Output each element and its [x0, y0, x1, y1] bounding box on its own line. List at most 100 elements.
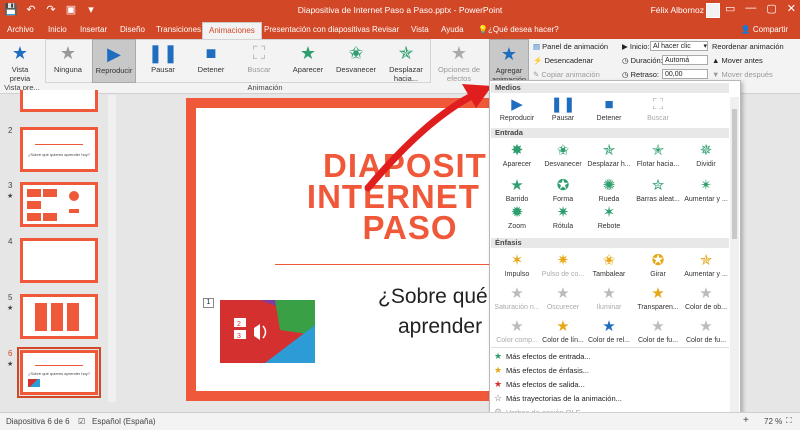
move-later-button[interactable]: ▼ Mover después: [712, 70, 773, 79]
zoom-level[interactable]: 72 %: [764, 417, 782, 426]
ribbon-display-icon[interactable]: ▭: [725, 2, 735, 15]
avatar[interactable]: [706, 3, 720, 18]
slide-title-line-2: INTERNET P: [306, 178, 514, 215]
trigger-icon: ⚡: [533, 56, 545, 65]
minimize-icon[interactable]: —: [745, 2, 756, 15]
dd-media-stop[interactable]: ■ Detener: [586, 95, 632, 122]
anim-appear[interactable]: ★ Aparecer: [286, 39, 330, 83]
tab-vista[interactable]: Vista: [411, 25, 429, 34]
fit-slide-icon[interactable]: ⛶: [786, 416, 792, 426]
tab-transiciones[interactable]: Transiciones: [156, 25, 201, 34]
dd-emphasis-teeter[interactable]: ✬ Tambalear: [586, 251, 632, 278]
dd-emphasis-line-color[interactable]: ★ Color de lín...: [540, 317, 586, 344]
delay-spinner[interactable]: 00,00: [662, 69, 708, 79]
tab-presentacion[interactable]: Presentación con diapositivas: [264, 25, 370, 34]
tell-me-search[interactable]: 💡¿Qué desea hacer?: [478, 25, 559, 34]
slide-thumbnail-5[interactable]: [20, 294, 98, 339]
tab-archivo[interactable]: Archivo: [7, 25, 34, 34]
language-status[interactable]: Español (España): [92, 417, 156, 426]
dd-emphasis-font-color-2[interactable]: ★ Color de fu...: [683, 317, 729, 344]
zoom-in-icon[interactable]: +: [743, 415, 749, 426]
anim-pause[interactable]: ❚❚ Pausar: [142, 39, 184, 83]
dd-emphasis-grow-shrink[interactable]: ✯ Aumentar y ...: [683, 251, 729, 278]
slide-thumbnail-1[interactable]: [20, 90, 98, 112]
user-name[interactable]: Félix Albornoz: [651, 5, 704, 15]
tab-inicio[interactable]: Inicio: [48, 25, 67, 34]
dd-emphasis-object-color[interactable]: ★ Color de ob...: [683, 284, 729, 311]
start-select[interactable]: Al hacer clic ▾: [650, 41, 708, 51]
dd-entrance-grow-turn[interactable]: ✴ Aumentar y ...: [683, 176, 729, 203]
anim-fade[interactable]: ✬ Desvanecer: [333, 39, 379, 83]
slide-thumbnail-3[interactable]: [20, 182, 98, 227]
dd-emphasis-fill-color[interactable]: ★ Color de rel...: [586, 317, 632, 344]
more-motion-paths[interactable]: ☆ Más trayectorias de la animación...: [494, 393, 622, 404]
dd-emphasis-complementary[interactable]: ★ Color comp...: [494, 317, 540, 344]
slide-thumbnail-6[interactable]: ¿Sobre qué quieres aprender hoy?: [17, 347, 101, 398]
slide-subtitle-line-2[interactable]: aprender: [398, 315, 482, 339]
color-pulse-star-icon: ✷: [556, 252, 570, 269]
close-icon[interactable]: ✕: [787, 2, 796, 15]
animation-pane-button[interactable]: ▤ Panel de animación: [533, 42, 608, 51]
tab-ayuda[interactable]: Ayuda: [441, 25, 464, 34]
dd-entrance-float[interactable]: ✭ Flotar hacia...: [635, 141, 681, 168]
dd-entrance-swivel[interactable]: ✷ Rótula: [540, 203, 586, 230]
slide-image[interactable]: 2 3: [220, 300, 315, 363]
slide-thumbnail-4[interactable]: [20, 238, 98, 283]
dd-entrance-fly[interactable]: ✯ Desplazar h...: [586, 141, 632, 168]
dd-entrance-wipe[interactable]: ★ Barrido: [494, 176, 540, 203]
dd-emphasis-pulse[interactable]: ✶ Impulso: [494, 251, 540, 278]
maximize-icon[interactable]: ▢: [766, 2, 776, 15]
dd-entrance-random-bars[interactable]: ✮ Barras aleat...: [635, 176, 681, 203]
slide-subtitle-line-1[interactable]: ¿Sobre qué: [378, 285, 488, 309]
copy-animation-label: Copiar animación: [541, 70, 600, 79]
dd-entrance-fade[interactable]: ✬ Desvanecer: [540, 141, 586, 168]
tab-animaciones[interactable]: Animaciones: [202, 22, 262, 39]
fly-star-icon: ✯: [602, 142, 616, 159]
duration-spinner[interactable]: Automá: [662, 55, 708, 65]
dd-emphasis-color-pulse[interactable]: ✷ Pulso de co...: [540, 251, 586, 278]
spin-star-icon: ✪: [651, 252, 665, 269]
copy-animation-button[interactable]: ✎ Copiar animación: [533, 70, 600, 79]
dd-entrance-wheel[interactable]: ✺ Rueda: [586, 176, 632, 203]
thumbnails-scrollbar[interactable]: [108, 95, 116, 402]
move-earlier-button[interactable]: ▲ Mover antes: [712, 56, 763, 65]
dd-entrance-zoom[interactable]: ✹ Zoom: [494, 203, 540, 230]
dd-entrance-bounce[interactable]: ✶ Rebote: [586, 203, 632, 230]
dd-emphasis-transparency[interactable]: ★ Transparen...: [635, 284, 681, 311]
more-emphasis-effects[interactable]: ★ Más efectos de énfasis...: [494, 365, 589, 376]
yellow-star-icon: ★: [494, 365, 503, 375]
share-button[interactable]: 👤 Compartir: [741, 25, 788, 34]
dd-emphasis-desaturate[interactable]: ★ Saturación n...: [494, 284, 540, 311]
anim-fly-in[interactable]: ✯ Desplazar hacia...: [382, 39, 430, 83]
dd-entrance-split[interactable]: ✵ Dividir: [683, 141, 729, 168]
animation-order-tag[interactable]: 1: [203, 298, 214, 308]
dd-media-seek[interactable]: ⛶ Buscar: [635, 95, 681, 122]
scrollbar-thumb[interactable]: [732, 109, 737, 239]
anim-play[interactable]: ▶ Reproducir: [92, 39, 136, 83]
effect-options-button[interactable]: ★ Opciones de efectos: [436, 39, 482, 83]
more-entrance-effects[interactable]: ★ Más efectos de entrada...: [494, 351, 591, 362]
dropdown-scrollbar[interactable]: [730, 97, 739, 421]
anim-seek[interactable]: ⛶ Buscar: [238, 39, 280, 83]
tab-diseno[interactable]: Diseño: [120, 25, 145, 34]
dd-media-play[interactable]: ▶ Reproducir: [494, 95, 540, 122]
trigger-button[interactable]: ⚡ Desencadenar: [533, 56, 593, 65]
anim-none[interactable]: ★ Ninguna: [48, 39, 88, 83]
font-color-star-icon: ★: [651, 318, 665, 335]
dd-emphasis-darken[interactable]: ★ Oscurecer: [540, 284, 586, 311]
dd-emphasis-lighten[interactable]: ★ Iluminar: [586, 284, 632, 311]
dd-emphasis-spin[interactable]: ✪ Girar: [635, 251, 681, 278]
more-exit-effects[interactable]: ★ Más efectos de salida...: [494, 379, 585, 390]
window-controls: ▭ — ▢ ✕: [725, 2, 796, 15]
spellcheck-icon[interactable]: ☑: [78, 417, 85, 426]
dd-emphasis-font-color[interactable]: ★ Color de fu...: [635, 317, 681, 344]
dd-media-pause[interactable]: ❚❚ Pausar: [540, 95, 586, 122]
tab-insertar[interactable]: Insertar: [80, 25, 107, 34]
slide-title[interactable]: DIAPOSITI INTERNET P PASO: [300, 149, 520, 244]
preview-button[interactable]: ★ Vista previa: [2, 39, 38, 83]
slide-thumbnail-2[interactable]: ¿Sobre qué quieres aprender hoy?: [20, 127, 98, 172]
dd-entrance-appear[interactable]: ✸ Aparecer: [494, 141, 540, 168]
tab-revisar[interactable]: Revisar: [372, 25, 399, 34]
dd-entrance-shape[interactable]: ✪ Forma: [540, 176, 586, 203]
anim-stop[interactable]: ■ Detener: [190, 39, 232, 83]
